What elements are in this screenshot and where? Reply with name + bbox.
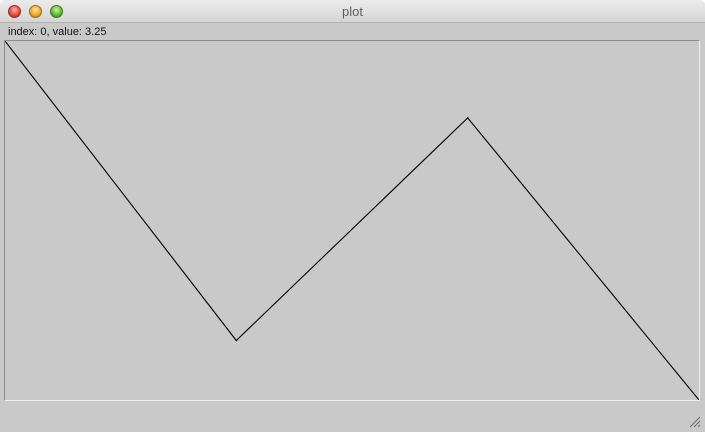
status-readout: index: 0, value: 3.25 bbox=[8, 26, 107, 38]
window-title: plot bbox=[342, 4, 363, 19]
resize-grip-icon[interactable] bbox=[687, 414, 701, 428]
data-point bbox=[466, 117, 469, 119]
plot-window: plot index: 0, value: 3.25 bbox=[0, 0, 705, 432]
line-chart bbox=[5, 41, 699, 400]
title-bar[interactable]: plot bbox=[0, 0, 705, 23]
plot-area[interactable] bbox=[4, 40, 700, 401]
data-point bbox=[235, 339, 238, 342]
series-line bbox=[5, 41, 699, 400]
